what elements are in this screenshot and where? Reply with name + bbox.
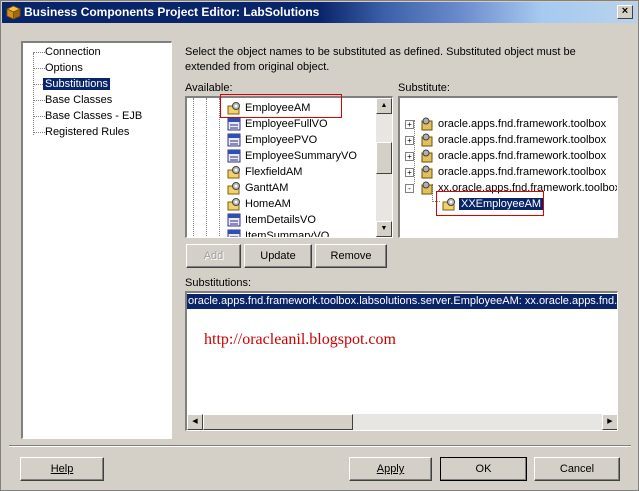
item-label: oracle.apps.fnd.framework.toolbox: [438, 166, 607, 178]
item-label: oracle.apps.fnd.framework.toolbox: [438, 118, 607, 130]
help-button[interactable]: Help: [20, 457, 104, 481]
add-button[interactable]: Add: [186, 244, 241, 268]
application-module-icon: [227, 166, 240, 179]
substitutions-horizontal-scrollbar[interactable]: ◀ ▶: [187, 414, 617, 430]
nav-item-connection[interactable]: Connection: [43, 45, 103, 59]
tree-guide: [219, 98, 220, 237]
xxemployeeam-highlight-box: [436, 191, 544, 216]
item-label: FlexfieldAM: [245, 166, 303, 178]
nav-item-base-classes-ejb[interactable]: Base Classes - EJB: [43, 109, 144, 123]
help-button-label: Help: [50, 463, 74, 475]
close-button[interactable]: ×: [617, 5, 633, 19]
sql-view-object-icon: [227, 213, 241, 227]
nav-item-label: Base Classes - EJB: [45, 110, 143, 122]
tree-guide: [414, 120, 415, 184]
item-label: oracle.apps.fnd.framework.toolbox: [438, 134, 607, 146]
nav-tree-line: [33, 53, 34, 135]
available-vertical-scrollbar[interactable]: ▲ ▼: [376, 98, 392, 237]
scroll-thumb[interactable]: [376, 142, 392, 174]
update-button-label: Update: [260, 250, 296, 262]
remove-button[interactable]: Remove: [315, 244, 387, 268]
package-cube-icon: [421, 117, 433, 131]
nav-item-base-classes[interactable]: Base Classes: [43, 93, 114, 107]
expand-plus-icon[interactable]: +: [405, 152, 414, 161]
employeeam-highlight-box: [220, 94, 342, 118]
tree-guide: [193, 98, 194, 237]
package-cube-icon: [421, 149, 433, 163]
item-label: GanttAM: [245, 182, 289, 194]
item-label: EmployeePVO: [245, 134, 318, 146]
ok-button-label: OK: [475, 463, 492, 475]
title-bar[interactable]: Business Components Project Editor: LabS…: [2, 2, 637, 23]
sql-view-object-icon: [227, 149, 241, 163]
apply-button-label: Apply: [376, 463, 405, 475]
nav-item-registered-rules[interactable]: Registered Rules: [43, 125, 131, 139]
update-button[interactable]: Update: [244, 244, 312, 268]
package-cube-icon: [421, 165, 433, 179]
item-label: ItemDetailsVO: [245, 214, 316, 226]
substitutions-description: Select the object names to be substitute…: [185, 46, 576, 73]
ok-button[interactable]: OK: [440, 457, 527, 481]
nav-item-options[interactable]: Options: [43, 61, 85, 75]
nav-item-substitutions[interactable]: Substitutions: [43, 77, 110, 91]
expand-plus-icon[interactable]: +: [405, 168, 414, 177]
tree-guide: [206, 98, 207, 237]
nav-item-label: Options: [45, 62, 83, 74]
nav-item-label: Base Classes: [45, 94, 113, 106]
collapse-minus-icon[interactable]: -: [405, 184, 414, 193]
substitutions-label: Substitutions:: [185, 277, 252, 289]
available-label: Available:: [185, 82, 233, 94]
apply-button[interactable]: Apply: [349, 457, 432, 481]
scroll-thumb[interactable]: [203, 414, 353, 430]
scroll-right-icon[interactable]: ▶: [602, 414, 617, 430]
expand-plus-icon[interactable]: +: [405, 136, 414, 145]
sql-view-object-icon: [227, 117, 241, 131]
item-label: EmployeeFullVO: [245, 118, 328, 130]
package-cube-icon: [421, 133, 433, 147]
application-module-icon: [227, 198, 240, 211]
nav-item-label: Connection: [45, 46, 101, 58]
blog-url-watermark: http://oracleanil.blogspot.com: [204, 331, 396, 348]
scroll-up-icon[interactable]: ▲: [376, 98, 392, 114]
project-editor-dialog: Business Components Project Editor: LabS…: [0, 0, 639, 491]
substitute-tree[interactable]: + oracle.apps.fnd.framework.toolbox + or…: [398, 96, 618, 238]
scroll-left-icon[interactable]: ◀: [187, 414, 203, 430]
item-label: EmployeeSummaryVO: [245, 150, 357, 162]
sql-view-object-icon: [227, 133, 241, 147]
cancel-button-label: Cancel: [559, 463, 595, 475]
app-cube-icon: [6, 5, 21, 20]
scroll-down-icon[interactable]: ▼: [376, 221, 392, 237]
add-button-label: Add: [203, 250, 224, 262]
sql-view-object-icon: [227, 229, 241, 237]
close-icon: ×: [621, 5, 629, 17]
package-cube-icon: [421, 181, 433, 195]
substitute-label: Substitute:: [398, 82, 450, 94]
substitutions-list[interactable]: oracle.apps.fnd.framework.toolbox.labsol…: [185, 291, 618, 431]
item-label: ItemSummaryVO: [245, 230, 330, 238]
cancel-button[interactable]: Cancel: [534, 457, 620, 481]
substitution-row[interactable]: oracle.apps.fnd.framework.toolbox.labsol…: [187, 294, 617, 309]
window-title: Business Components Project Editor: LabS…: [24, 5, 320, 19]
item-label: HomeAM: [245, 198, 291, 210]
application-module-icon: [227, 182, 240, 195]
footer-divider: [9, 445, 631, 447]
category-nav: Connection Options Substitutions Base Cl…: [21, 41, 172, 439]
nav-item-label: Registered Rules: [45, 126, 130, 138]
expand-plus-icon[interactable]: +: [405, 120, 414, 129]
nav-item-label: Substitutions: [43, 78, 110, 90]
remove-button-label: Remove: [330, 250, 372, 262]
item-label: oracle.apps.fnd.framework.toolbox: [438, 150, 607, 162]
